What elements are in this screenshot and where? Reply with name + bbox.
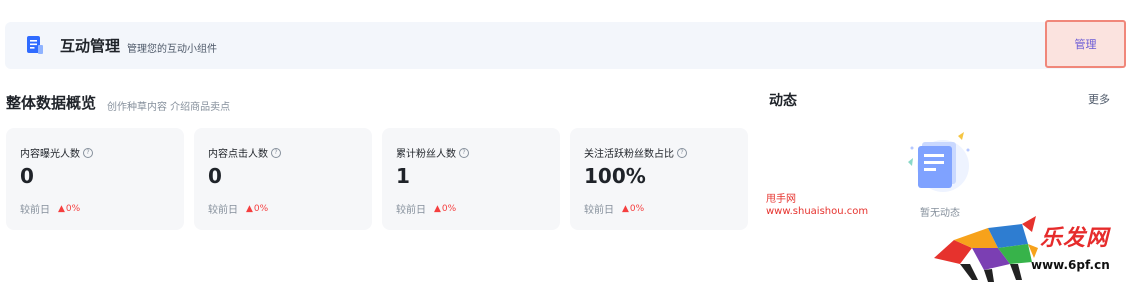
up-arrow-icon: ▲ xyxy=(58,203,65,214)
help-icon[interactable]: ? xyxy=(459,147,469,158)
stat-label: 内容点击人数 xyxy=(208,149,268,160)
stat-value: 1 xyxy=(396,164,410,188)
activity-title: 动态 xyxy=(769,93,797,109)
interaction-management-banner: 互动管理 管理您的互动小组件 管理 xyxy=(5,20,1126,69)
compare-label: 较前日 xyxy=(584,205,614,216)
help-icon[interactable]: ? xyxy=(83,147,93,158)
up-arrow-icon: ▲ xyxy=(246,203,253,214)
compare-label: 较前日 xyxy=(20,205,50,216)
stat-delta: 0% xyxy=(629,203,645,214)
stat-card-clicks: 内容点击人数 ? 0 较前日 ▲ 0% xyxy=(194,128,372,230)
watermark-text: 甩手网 xyxy=(766,194,796,205)
stat-delta: 0% xyxy=(253,203,269,214)
overview-title: 整体数据概览 xyxy=(6,94,97,112)
compare-label: 较前日 xyxy=(208,205,238,216)
help-icon[interactable]: ? xyxy=(271,147,281,158)
page-title: 互动管理 xyxy=(60,37,121,55)
stat-label: 内容曝光人数 xyxy=(20,149,80,160)
stat-delta: 0% xyxy=(441,203,457,214)
stat-delta: 0% xyxy=(65,203,81,214)
stat-value: 0 xyxy=(208,164,222,188)
logo-brand-text: 乐发网 xyxy=(1040,225,1110,251)
stat-card-exposure: 内容曝光人数 ? 0 较前日 ▲ 0% xyxy=(6,128,184,230)
stat-card-followers: 累计粉丝人数 ? 1 较前日 ▲ 0% xyxy=(382,128,560,230)
overview-subtitle: 创作种草内容 介绍商品卖点 xyxy=(107,102,231,113)
page-subtitle: 管理您的互动小组件 xyxy=(127,44,217,55)
document-icon xyxy=(27,36,43,54)
compare-label: 较前日 xyxy=(396,205,426,216)
stat-label: 累计粉丝人数 xyxy=(396,149,456,160)
stat-value: 100% xyxy=(584,164,646,188)
stat-card-active-ratio: 关注活跃粉丝数占比 ? 100% 较前日 ▲ 0% xyxy=(570,128,748,230)
watermark-url: www.shuaishou.com xyxy=(766,206,869,217)
stat-value: 0 xyxy=(20,164,34,188)
stat-label: 关注活跃粉丝数占比 xyxy=(584,149,674,160)
logo-url-text: www.6pf.cn xyxy=(1031,258,1110,272)
help-icon[interactable]: ? xyxy=(677,147,687,158)
up-arrow-icon: ▲ xyxy=(434,203,441,214)
up-arrow-icon: ▲ xyxy=(622,203,629,214)
empty-document-illustration-icon xyxy=(908,132,970,192)
manage-button[interactable]: 管理 xyxy=(1045,20,1126,68)
more-link[interactable]: 更多 xyxy=(1088,91,1110,107)
